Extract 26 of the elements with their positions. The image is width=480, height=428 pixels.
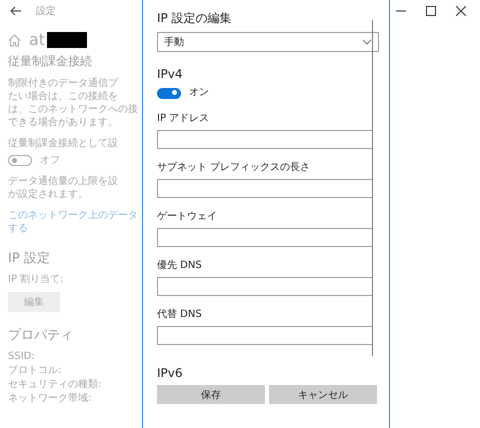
toggle-state: オフ bbox=[40, 154, 60, 167]
section-heading: IP 設定 bbox=[8, 251, 51, 267]
field-label: 優先 DNS bbox=[157, 259, 203, 273]
section-heading: プロパティ bbox=[8, 328, 74, 344]
dialog-title: IP 設定の編集 bbox=[157, 10, 233, 26]
dialog-button[interactable]: 保存 bbox=[157, 385, 265, 404]
ipv6-heading: IPv6 bbox=[157, 365, 184, 381]
window-title: 設定 bbox=[36, 4, 56, 18]
toggle-state: オン bbox=[189, 86, 209, 100]
property-label: SSID: bbox=[8, 350, 36, 364]
data-limit-text: データ通信量の上限を設 が設定されます。 bbox=[8, 175, 119, 201]
property-label: セキュリティの種類: bbox=[8, 378, 102, 392]
property-label: プロトコル: bbox=[8, 364, 62, 378]
page-heading: 従量制課金接続 bbox=[8, 53, 93, 69]
network-name: at bbox=[29, 30, 46, 50]
ipv4-heading: IPv4 bbox=[157, 66, 184, 82]
property-label: ネットワーク帯域: bbox=[8, 392, 92, 406]
field-label: IP アドレス bbox=[157, 112, 210, 126]
field-label: ゲートウェイ bbox=[157, 210, 218, 224]
mode-dropdown[interactable]: 手動 bbox=[157, 32, 379, 52]
metered-label: 従量制課金接続として設 bbox=[8, 137, 119, 150]
field-label: 代替 DNS bbox=[157, 308, 203, 322]
field-label: サブネット プレフィックスの長さ bbox=[157, 161, 312, 175]
ip-assignment-label: IP 割り当て: bbox=[8, 273, 65, 286]
dialog-button[interactable]: キャンセル bbox=[269, 385, 377, 404]
description-text: 制限付きのデータ通信プ たい場合は、この接続を は、このネットワークへの接 できる場合があります。 bbox=[8, 77, 139, 129]
